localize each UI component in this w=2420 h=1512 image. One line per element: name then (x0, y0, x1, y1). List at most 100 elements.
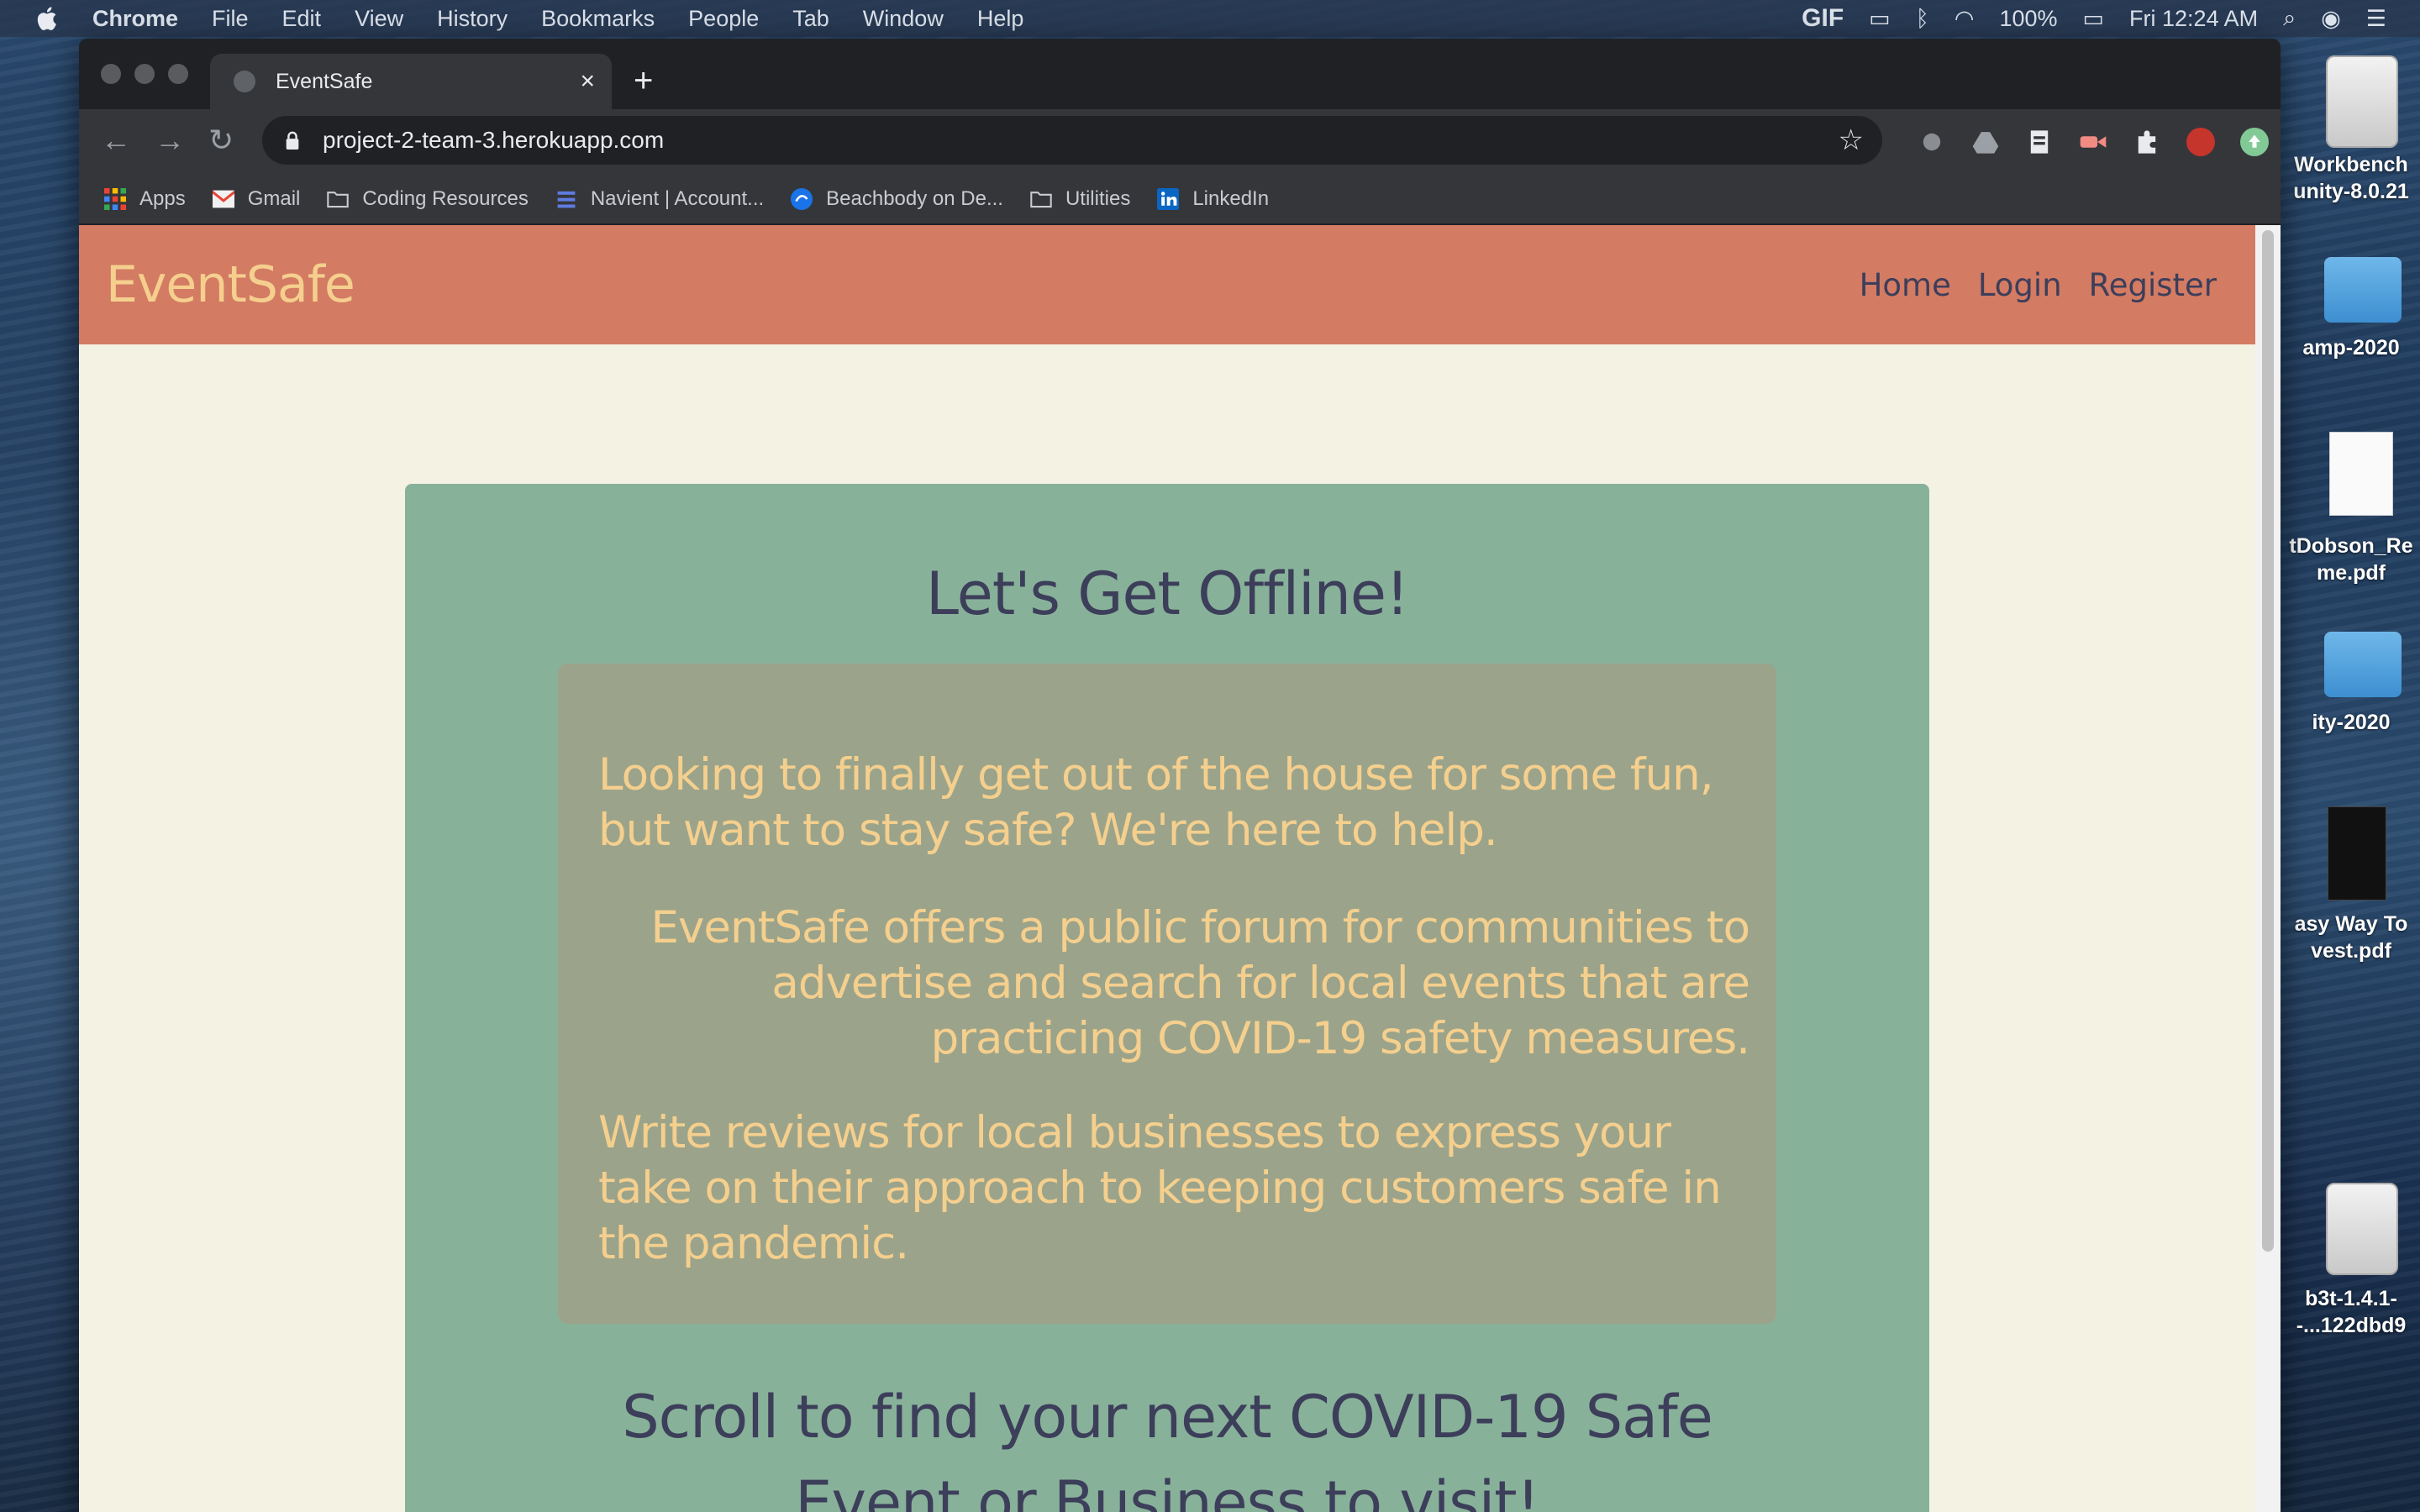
browser-toolbar: ← → ↻ project-2-team-3.herokuapp.com ☆ (79, 109, 2281, 175)
desktop-item[interactable]: asy Way To vest.pdf (2282, 806, 2420, 964)
menu-history[interactable]: History (437, 6, 508, 32)
desktop-item[interactable]: tDobson_Re me.pdf (2282, 432, 2420, 586)
folder-icon (1030, 192, 1052, 208)
profile-avatar[interactable] (2186, 128, 2215, 156)
tab-title: EventSafe (276, 69, 373, 93)
battery-icon[interactable]: ▭ (2083, 6, 2105, 32)
site-navbar: EventSafe Home Login Register (79, 225, 2255, 344)
bookmark-apps[interactable]: Apps (104, 187, 186, 211)
address-bar[interactable]: project-2-team-3.herokuapp.com ☆ (262, 116, 1882, 165)
apps-grid-icon (104, 188, 126, 210)
forward-arrow-icon[interactable]: → (155, 123, 185, 158)
hero-heading: Let's Get Offline! (925, 559, 1409, 628)
desktop-item[interactable]: b3t-1.4.1- -...122dbd9 (2282, 1183, 2420, 1339)
close-tab-icon[interactable]: × (580, 67, 595, 96)
tab-eventsafe[interactable]: EventSafe × (210, 54, 612, 109)
menu-app-name[interactable]: Chrome (92, 6, 178, 32)
nav-home-link[interactable]: Home (1860, 267, 1951, 303)
minimize-window-button[interactable] (134, 64, 155, 84)
tab-strip: EventSafe × + (79, 39, 2281, 109)
drive-icon (2326, 55, 2398, 148)
bookmark-coding-resources[interactable]: Coding Resources (327, 187, 529, 211)
desktop-item-label: ity-2020 (2312, 711, 2391, 734)
navient-icon (557, 191, 576, 208)
web-page: EventSafe Home Login Register Let's Get … (79, 225, 2255, 1512)
menu-view[interactable]: View (355, 6, 403, 32)
zoom-window-button[interactable] (168, 64, 188, 84)
desktop-item[interactable]: Workbench unity-8.0.21 (2282, 55, 2420, 205)
bluetooth-icon[interactable]: ᛒ (1916, 6, 1929, 32)
menu-tab[interactable]: Tab (792, 6, 829, 32)
menu-people[interactable]: People (688, 6, 759, 32)
beachbody-icon (791, 188, 813, 210)
new-tab-button[interactable]: + (634, 62, 653, 100)
browser-window: EventSafe × + ← → ↻ project-2-team-3.her… (79, 39, 2281, 1512)
folder-icon (2324, 257, 2402, 323)
gif-icon[interactable]: GIF (1802, 4, 1844, 33)
apple-icon[interactable] (34, 4, 62, 33)
nav-login-link[interactable]: Login (1978, 267, 2062, 303)
document-extension-icon[interactable] (2025, 128, 2054, 156)
menu-bookmarks[interactable]: Bookmarks (541, 6, 655, 32)
menu-help[interactable]: Help (977, 6, 1024, 32)
desktop-item-label: tDobson_Re me.pdf (2289, 534, 2413, 585)
bookmark-linkedin[interactable]: LinkedIn (1157, 187, 1269, 211)
intro-paragraph: Looking to finally get out of the house … (598, 749, 1714, 856)
desktop-item-label: b3t-1.4.1- -...122dbd9 (2296, 1287, 2407, 1337)
bookmark-label: Apps (139, 187, 186, 210)
screen-recorder-icon[interactable] (2079, 128, 2107, 156)
bookmark-label: LinkedIn (1192, 187, 1270, 210)
desktop-item-label: amp-2020 (2302, 336, 2400, 360)
bookmark-label: Gmail (247, 187, 301, 210)
status-area: GIF ▭ ᛒ ◠ 100% ▭ Fri 12:24 AM ⌕ ◉ ☰ (1802, 0, 2386, 37)
clock[interactable]: Fri 12:24 AM (2129, 6, 2258, 32)
close-window-button[interactable] (101, 64, 121, 84)
scroll-message: Scroll to find your next COVID-19 Safe E… (622, 1383, 1713, 1512)
bookmark-beachbody[interactable]: Beachbody on De... (791, 187, 1003, 211)
linkedin-icon (1157, 188, 1180, 210)
airplay-icon[interactable]: ▭ (1869, 6, 1891, 32)
menu-window[interactable]: Window (863, 6, 944, 32)
bookmark-star-icon[interactable]: ☆ (1839, 123, 1864, 157)
site-brand[interactable]: EventSafe (106, 255, 355, 314)
bookmark-label: Utilities (1065, 187, 1131, 210)
url-text[interactable]: project-2-team-3.herokuapp.com (323, 127, 664, 154)
intro-panel: Looking to finally get out of the house … (558, 664, 1776, 1324)
notification-center-icon[interactable]: ☰ (2366, 6, 2386, 32)
folder-icon (327, 192, 350, 208)
bookmark-label: Navient | Account... (590, 187, 765, 210)
back-arrow-icon[interactable]: ← (101, 123, 131, 158)
page-scrollbar[interactable] (2255, 225, 2281, 1512)
lock-icon[interactable] (284, 131, 301, 150)
spotlight-icon[interactable]: ⌕ (2283, 5, 2296, 32)
pdf-icon (2329, 432, 2393, 516)
bookmark-navient[interactable]: Navient | Account... (555, 187, 764, 211)
gmail-icon (212, 190, 234, 208)
menu-bar: Chrome File Edit View History Bookmarks … (0, 0, 2420, 37)
bookmark-utilities[interactable]: Utilities (1030, 187, 1130, 211)
google-drive-icon[interactable] (1971, 128, 2000, 156)
desktop-item[interactable]: ity-2020 (2282, 632, 2420, 736)
extension-icon[interactable] (1918, 128, 1946, 156)
reviews-paragraph: Write reviews for local businesses to ex… (598, 1107, 1722, 1269)
book-icon (2328, 806, 2386, 900)
menu-edit[interactable]: Edit (282, 6, 322, 32)
bookmark-gmail[interactable]: Gmail (212, 187, 301, 211)
desktop-item-label: Workbench unity-8.0.21 (2293, 153, 2409, 203)
bookmarks-bar: Apps Gmail Coding Resources Navient | Ac… (79, 175, 2281, 223)
hero-card: Let's Get Offline! Looking to finally ge… (405, 484, 1929, 1512)
update-icon[interactable] (2240, 128, 2269, 156)
forum-paragraph: EventSafe offers a public forum for comm… (650, 902, 1750, 1064)
siri-icon[interactable]: ◉ (2321, 6, 2341, 32)
reload-icon[interactable]: ↻ (208, 123, 234, 158)
globe-icon (234, 71, 255, 92)
nav-register-link[interactable]: Register (2089, 267, 2217, 303)
scrollbar-thumb[interactable] (2262, 230, 2274, 1252)
menu-file[interactable]: File (212, 6, 249, 32)
desktop-item[interactable]: amp-2020 (2282, 257, 2420, 361)
bookmark-label: Beachbody on De... (826, 187, 1003, 210)
puzzle-extensions-icon[interactable] (2133, 128, 2161, 156)
drive-icon (2326, 1183, 2398, 1275)
wifi-icon[interactable]: ◠ (1954, 6, 1975, 32)
folder-icon (2324, 632, 2402, 697)
